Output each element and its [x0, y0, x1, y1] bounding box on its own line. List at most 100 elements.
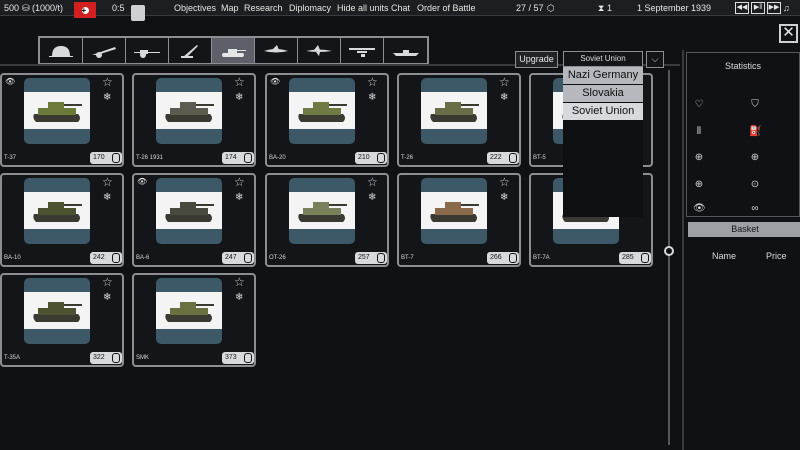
tank-icon [131, 5, 145, 21]
upgrade-button[interactable]: Upgrade [515, 51, 558, 68]
menu-chat[interactable]: Chat [391, 0, 410, 16]
tank-image-icon [165, 102, 214, 122]
tab-bombers[interactable] [298, 38, 341, 63]
star-icon[interactable]: ☆ [102, 176, 113, 188]
tab-naval[interactable] [384, 38, 427, 63]
winter-icon: ❄ [235, 292, 244, 303]
anti-air-gun-icon [181, 44, 198, 58]
transport-plane-icon [349, 47, 375, 57]
unit-name: BA-6 [136, 255, 150, 261]
star-icon[interactable]: ☆ [234, 276, 245, 288]
nation-select[interactable]: Soviet Union [563, 51, 643, 67]
unit-card[interactable]: 👁 ☆ ❄ BA-20 210 [265, 73, 389, 167]
star-icon[interactable]: ☆ [102, 276, 113, 288]
unit-name: SMK [136, 355, 150, 361]
menu-hide-all-units[interactable]: Hide all units [337, 0, 389, 16]
unit-card[interactable]: ☆ ❄ SMK 373 [132, 273, 256, 367]
date-display: 1 September 1939 [637, 3, 712, 13]
unit-price: 242 [90, 252, 122, 264]
unit-card[interactable]: ☆ ❄ OT-26 257 [265, 173, 389, 267]
tab-artillery[interactable] [83, 38, 126, 63]
tank-image-icon [298, 102, 347, 122]
unit-card[interactable]: 👁 ☆ ❄ BA-6 247 [132, 173, 256, 267]
menu-diplomacy[interactable]: Diplomacy [289, 0, 331, 16]
unit-price: 322 [90, 352, 122, 364]
tab-anti-air[interactable] [169, 38, 212, 63]
unit-name: BT-5 [533, 155, 546, 161]
star-icon[interactable]: ☆ [102, 76, 113, 88]
unit-card[interactable]: ☆ ❄ T-26 1931 174 [132, 73, 256, 167]
winter-icon: ❄ [368, 92, 377, 103]
manpower-value: 500 [4, 3, 20, 13]
winter-icon: ❄ [103, 92, 112, 103]
unit-card[interactable]: ☆ ❄ T-26 222 [397, 73, 521, 167]
tab-fighters[interactable] [255, 38, 298, 63]
unit-card[interactable]: ☆ ❄ BT-7 266 [397, 173, 521, 267]
star-icon[interactable]: ☆ [367, 176, 378, 188]
nation-dropdown-list: Nazi Germany Slovakia Soviet Union [563, 67, 643, 217]
tab-infantry[interactable] [40, 38, 83, 63]
unit-category-tabs [38, 36, 429, 65]
star-icon[interactable]: ☆ [234, 176, 245, 188]
menu-research[interactable]: Research [244, 0, 283, 16]
coin-icon [377, 153, 385, 163]
unit-image [421, 78, 487, 144]
units-ratio: 0:5 [112, 3, 125, 13]
unit-image [24, 178, 90, 244]
coin-icon [112, 253, 120, 263]
nation-option-nazi-germany[interactable]: Nazi Germany [563, 67, 643, 85]
tank-image-icon [165, 302, 214, 322]
unit-card[interactable]: 👁 ☆ ❄ T-37 170 [0, 73, 124, 167]
health-icon: ♡ [694, 99, 704, 110]
panel-divider-handle[interactable] [664, 246, 674, 256]
statistics-title: Statistics [724, 61, 761, 71]
music-icon[interactable]: ♫ [783, 0, 790, 16]
coin-icon [112, 153, 120, 163]
winter-icon: ❄ [103, 192, 112, 203]
star-icon[interactable]: ☆ [367, 76, 378, 88]
top-bar: 500 ⛁ (1000/t) 0:5 Objectives Map Resear… [0, 0, 800, 21]
nation-option-slovakia[interactable]: Slovakia [563, 85, 643, 103]
movement-icon: ∞ [751, 203, 759, 214]
close-button[interactable]: ✕ [779, 24, 798, 43]
unit-name: T-26 [401, 155, 414, 161]
star-icon[interactable]: ☆ [234, 76, 245, 88]
tank-image-icon [298, 202, 347, 222]
star-icon[interactable]: ☆ [499, 176, 510, 188]
fuel-icon: ⛽ [749, 126, 762, 137]
coin-icon [509, 153, 517, 163]
unit-image [421, 178, 487, 244]
tank-image-icon [165, 202, 214, 222]
hourglass-icon: ⧗ [598, 3, 605, 13]
coin-icon [112, 353, 120, 363]
unit-name: OT-26 [269, 255, 286, 261]
nation-flag-icon[interactable] [74, 2, 96, 19]
unit-name: T-35A [4, 355, 21, 361]
nation-dropdown-toggle[interactable]: ⌵ [646, 51, 664, 68]
play-pause-icon[interactable]: ▶‖ [751, 2, 765, 14]
tab-field-gun[interactable] [126, 38, 169, 63]
unit-name: BT-7 [401, 255, 414, 261]
coin-icon [244, 153, 252, 163]
timer-value: 1 [607, 3, 613, 13]
tab-transport[interactable] [341, 38, 384, 63]
menu-objectives[interactable]: Objectives [174, 0, 216, 16]
basket-button[interactable]: Basket [688, 222, 800, 237]
unit-card[interactable]: ☆ ❄ T-35A 322 [0, 273, 124, 367]
winter-icon: ❄ [500, 192, 509, 203]
unit-image [156, 178, 222, 244]
fast-forward-icon[interactable]: ▶▶ [767, 2, 781, 14]
tab-tanks[interactable] [212, 38, 255, 63]
fighter-plane-icon [264, 44, 288, 52]
unit-image [24, 278, 90, 344]
vision-icon: 👁 [693, 203, 706, 214]
soft-attack-icon: ⊕ [694, 152, 704, 163]
rewind-icon[interactable]: ◀◀ [735, 2, 749, 14]
unit-image [289, 178, 355, 244]
star-icon[interactable]: ☆ [499, 76, 510, 88]
winter-icon: ❄ [235, 192, 244, 203]
menu-map[interactable]: Map [221, 0, 239, 16]
menu-order-of-battle[interactable]: Order of Battle [417, 0, 476, 16]
unit-card[interactable]: ☆ ❄ BA-10 242 [0, 173, 124, 267]
nation-option-soviet-union[interactable]: Soviet Union [563, 103, 643, 121]
